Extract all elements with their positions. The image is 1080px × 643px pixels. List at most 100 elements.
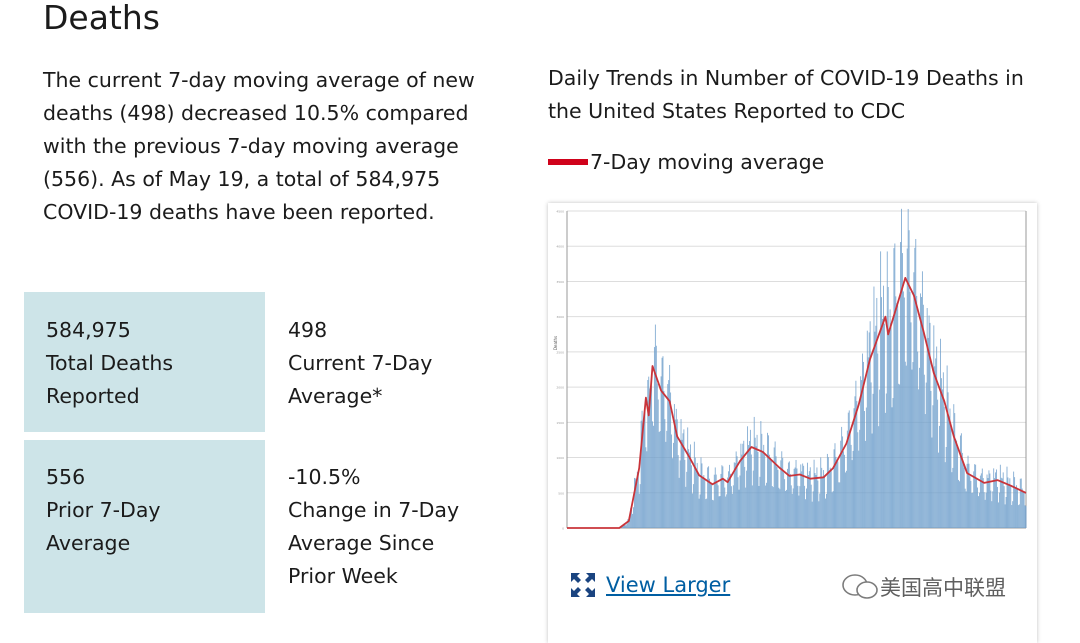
- daily-deaths-bar: [837, 461, 839, 528]
- daily-deaths-bar: [924, 414, 926, 528]
- daily-deaths-bar: [708, 466, 710, 528]
- chart-heading: Daily Trends in Number of COVID-19 Death…: [548, 66, 1024, 123]
- daily-deaths-bar: [963, 467, 965, 528]
- daily-deaths-bar: [762, 450, 764, 528]
- stat-label: Average*: [288, 384, 383, 408]
- daily-deaths-bar: [892, 398, 894, 528]
- daily-deaths-bar: [994, 478, 996, 528]
- daily-deaths-bar: [662, 356, 664, 528]
- daily-deaths-bar: [965, 491, 967, 528]
- daily-deaths-bar: [705, 499, 707, 528]
- daily-deaths-bar: [928, 315, 930, 528]
- daily-deaths-bar: [1002, 472, 1004, 528]
- daily-deaths-bar: [910, 322, 912, 528]
- daily-deaths-bar: [859, 429, 861, 528]
- daily-deaths-bar: [985, 492, 987, 528]
- daily-deaths-bar: [802, 463, 804, 528]
- daily-deaths-bar: [776, 467, 778, 528]
- daily-deaths-bar: [1024, 505, 1026, 528]
- daily-deaths-bar: [943, 406, 945, 528]
- view-larger-link[interactable]: View Larger: [570, 572, 730, 598]
- daily-deaths-bar: [685, 486, 687, 528]
- daily-deaths-bar: [951, 472, 953, 528]
- daily-deaths-bar: [1023, 492, 1025, 528]
- daily-deaths-bar: [927, 337, 929, 528]
- daily-deaths-bar: [787, 462, 789, 528]
- daily-deaths-bar: [940, 338, 941, 528]
- daily-deaths-bar: [936, 346, 938, 528]
- daily-deaths-bar: [959, 481, 960, 528]
- daily-deaths-bar: [846, 430, 848, 528]
- daily-deaths-bar: [950, 425, 952, 528]
- daily-deaths-bar: [782, 457, 784, 528]
- daily-deaths-bar: [667, 384, 669, 528]
- daily-deaths-bar: [829, 467, 831, 528]
- daily-deaths-bar: [900, 242, 902, 528]
- daily-deaths-bar: [660, 376, 662, 528]
- daily-deaths-bar: [699, 494, 701, 528]
- daily-deaths-bar: [978, 492, 980, 528]
- daily-deaths-bar: [693, 441, 695, 528]
- daily-deaths-bar: [809, 467, 811, 528]
- daily-deaths-bar: [864, 440, 866, 528]
- daily-deaths-bar: [953, 404, 955, 528]
- daily-deaths-bar: [999, 464, 1001, 528]
- daily-deaths-bar: [993, 468, 995, 528]
- daily-deaths-bar: [719, 496, 721, 528]
- daily-deaths-bar: [888, 328, 890, 528]
- daily-deaths-bar: [731, 493, 733, 528]
- daily-deaths-bar: [956, 440, 958, 528]
- daily-deaths-bar: [769, 457, 771, 528]
- daily-deaths-bar: [652, 421, 653, 528]
- daily-deaths-bar: [710, 483, 711, 528]
- deaths-chart: 050010001500200025003000350040004500Deat…: [553, 208, 1027, 531]
- daily-deaths-bar: [774, 441, 776, 528]
- daily-deaths-bar: [954, 413, 956, 528]
- daily-deaths-bar: [626, 523, 628, 528]
- daily-deaths-bar: [770, 460, 772, 528]
- daily-deaths-bar: [750, 454, 752, 528]
- daily-deaths-bar: [917, 351, 919, 528]
- daily-deaths-bar: [882, 318, 883, 528]
- daily-deaths-bar: [766, 482, 768, 528]
- daily-deaths-bar: [683, 429, 685, 528]
- daily-deaths-bar: [970, 480, 972, 528]
- daily-deaths-bar: [926, 308, 928, 528]
- daily-deaths-bar: [898, 383, 900, 528]
- daily-deaths-bar: [828, 470, 830, 528]
- daily-deaths-bar: [773, 447, 775, 528]
- daily-deaths-bar: [1010, 486, 1012, 528]
- daily-deaths-bar: [922, 304, 924, 528]
- daily-deaths-bar: [775, 456, 777, 528]
- daily-deaths-bar: [625, 525, 627, 528]
- daily-deaths-bar: [739, 475, 741, 528]
- daily-deaths-bar: [752, 470, 754, 528]
- view-larger-label: View Larger: [606, 573, 731, 597]
- daily-deaths-bar: [902, 291, 904, 528]
- daily-deaths-bar: [971, 492, 973, 528]
- y-tick-label: 1000: [556, 456, 564, 460]
- daily-deaths-bar: [815, 475, 817, 528]
- daily-deaths-bar: [806, 488, 807, 528]
- expand-arrows-icon: [571, 573, 595, 597]
- daily-deaths-bar: [813, 459, 815, 528]
- daily-deaths-bar: [916, 295, 918, 528]
- daily-deaths-bar: [807, 475, 809, 528]
- daily-deaths-bar: [903, 297, 905, 528]
- daily-deaths-bar: [771, 486, 773, 528]
- daily-deaths-bar: [632, 513, 634, 528]
- daily-deaths-bar: [791, 493, 793, 528]
- daily-deaths-bar: [814, 473, 816, 528]
- daily-deaths-bar: [832, 491, 834, 528]
- daily-deaths-bar: [865, 407, 867, 528]
- daily-deaths-bar: [886, 251, 888, 528]
- daily-deaths-bar: [920, 293, 921, 528]
- stat-label: Total Deaths: [46, 351, 174, 375]
- daily-deaths-bar: [880, 251, 882, 528]
- daily-deaths-bar: [952, 467, 954, 528]
- daily-deaths-bar: [674, 419, 676, 528]
- y-tick-label: 0: [562, 527, 564, 531]
- daily-deaths-bar: [822, 476, 824, 528]
- daily-deaths-bar: [816, 467, 818, 528]
- daily-deaths-bar: [1021, 488, 1023, 528]
